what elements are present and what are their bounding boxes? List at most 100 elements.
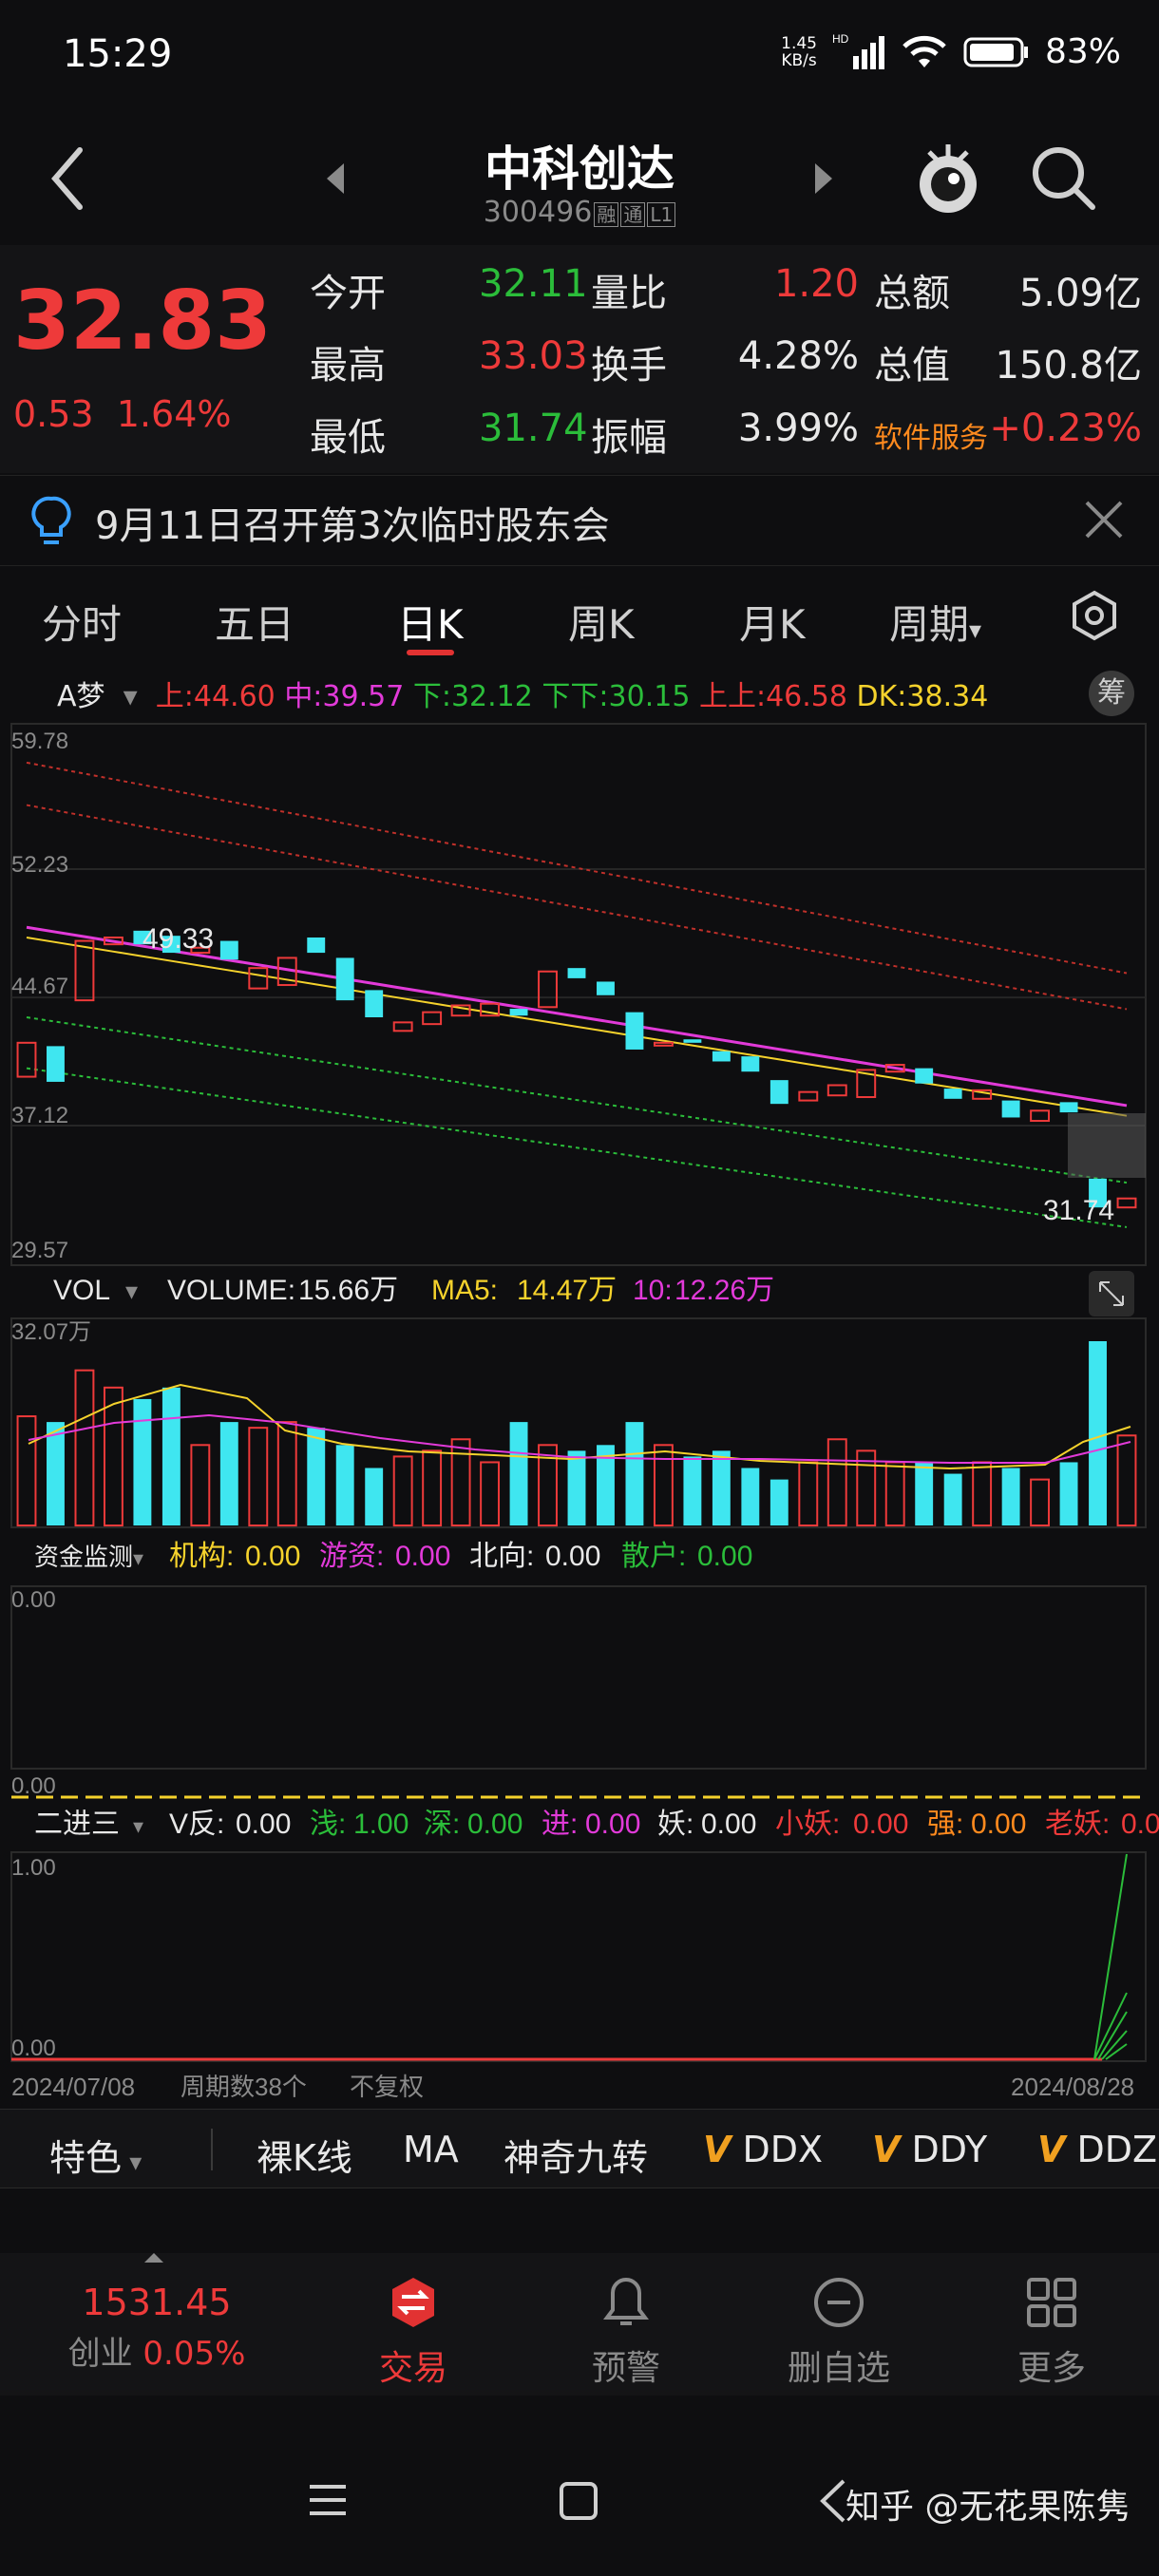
dropdown-icon[interactable]: ▾: [125, 1278, 138, 1306]
nav-remove-watchlist[interactable]: 删自选: [768, 2274, 910, 2390]
band-lines: [26, 761, 1128, 1228]
volume-bar: [770, 1479, 788, 1525]
special-features-dropdown[interactable]: 特色 ▾: [49, 2129, 142, 2181]
tab-daily-k[interactable]: 日K: [397, 593, 464, 651]
ddy-button[interactable]: V DDY: [872, 2129, 987, 2170]
nav-trade[interactable]: 交易: [342, 2274, 484, 2390]
volume-bar: [712, 1450, 731, 1525]
volume-bar: [1001, 1468, 1020, 1525]
open-label: 今开: [310, 272, 386, 315]
period-tabs: 分时 五日 日K 周K 月K 周期▾: [0, 568, 1159, 663]
y-axis-label: 52.23: [11, 852, 68, 878]
nav-alert[interactable]: 预警: [555, 2274, 697, 2390]
magic-nine-button[interactable]: 神奇九转: [504, 2129, 648, 2181]
volume-bar: [625, 1422, 644, 1525]
level-tag: L1: [647, 202, 676, 227]
tab-period[interactable]: 周期▾: [889, 593, 981, 651]
volume-label: VOLUME:: [167, 1275, 295, 1306]
ma10-label: 10:: [633, 1275, 673, 1306]
nav-more[interactable]: 更多: [980, 2274, 1123, 2390]
northbound-value: 0.00: [545, 1541, 600, 1572]
volume-bar: [884, 1461, 905, 1527]
tab-weekly-k[interactable]: 周K: [568, 593, 635, 651]
close-icon[interactable]: [1081, 497, 1127, 542]
system-navigation: 知乎 @无花果陈隽: [0, 2432, 1159, 2576]
trade-icon: [392, 2278, 434, 2327]
candle: [625, 1012, 644, 1050]
ddz-button[interactable]: V DDZ: [1037, 2129, 1157, 2170]
divider: [211, 2129, 213, 2170]
expand-up-icon[interactable]: [142, 2249, 165, 2264]
stock-code-line: 300496 融通 L1: [390, 196, 770, 229]
dropdown-icon[interactable]: ▾: [133, 1815, 143, 1839]
volume-bar: [943, 1473, 962, 1525]
candle: [365, 990, 384, 1018]
volume-bar: [567, 1450, 586, 1525]
chart-area[interactable]: 49.33 31.74 59.78 52.23 44.67 37.12 29.5…: [0, 720, 1159, 2107]
bottom-nav: 1531.45 创业 0.05% 交易 预警 删自选 更多: [0, 2253, 1159, 2396]
index-ticker[interactable]: 1531.45 创业 0.05%: [48, 2282, 266, 2374]
dropdown-icon[interactable]: ▾: [133, 1547, 143, 1571]
old-demon-value: 0.0: [1121, 1809, 1159, 1840]
signal-indicator-name[interactable]: 二进三: [34, 1809, 120, 1840]
home-icon[interactable]: [557, 2479, 600, 2523]
stock-name: 中科创达: [484, 142, 674, 197]
candle: [307, 937, 326, 954]
search-icon[interactable]: [1026, 135, 1102, 220]
northbound-label: 北向:: [469, 1541, 534, 1572]
turnover-value: 4.28%: [737, 334, 859, 378]
mascot-icon[interactable]: [912, 131, 984, 222]
index-name: 创业: [67, 2335, 133, 2373]
tab-intraday[interactable]: 分时: [42, 593, 122, 651]
connect-tag: 通: [620, 202, 646, 227]
volume-bar: [190, 1444, 211, 1526]
volume-bar: [335, 1445, 354, 1525]
status-indicators: 1.45 KB/s HD 83%: [781, 32, 1121, 71]
status-time: 15:29: [63, 32, 173, 76]
enter-value: 0.00: [585, 1809, 640, 1840]
kline-indicator-name[interactable]: A梦: [57, 680, 105, 713]
demon-label: 妖:: [657, 1809, 694, 1840]
settings-hexagon-icon[interactable]: [1066, 587, 1123, 644]
ma5-label: MA5:: [431, 1275, 498, 1306]
announcement-bar[interactable]: 9月11日召开第3次临时股东会: [0, 475, 1159, 566]
capital-indicator-name[interactable]: 资金监测: [34, 1543, 133, 1571]
ma-button[interactable]: MA: [403, 2129, 459, 2170]
volume-bar: [392, 1455, 413, 1527]
volume-bar: [1059, 1462, 1078, 1525]
ddx-button[interactable]: V DDX: [703, 2129, 823, 2170]
feature-bar: 特色 ▾ 裸K线 MA 神奇九转 V DDX V DDY V DDZ: [0, 2109, 1159, 2188]
small-demon-label: 小妖:: [775, 1809, 840, 1840]
battery-level: 83%: [1044, 32, 1121, 71]
net-speed: 1.45 KB/s: [781, 33, 817, 70]
menu-icon[interactable]: [304, 2479, 352, 2521]
signal-icon: HD: [832, 33, 884, 69]
sector-label[interactable]: 软件服务: [874, 414, 988, 456]
candle: [798, 1090, 819, 1102]
naked-k-button[interactable]: 裸K线: [256, 2129, 352, 2181]
band-line: [26, 804, 1128, 1011]
high-annotation: 49.33: [142, 923, 214, 955]
grid-icon: [1027, 2278, 1076, 2327]
lightbulb-icon: [31, 496, 71, 544]
next-stock-icon[interactable]: [809, 152, 838, 205]
v-reversal-label: V反:: [169, 1809, 224, 1840]
candle: [683, 1039, 702, 1043]
volume-bar: [653, 1444, 674, 1526]
volume-indicator-name[interactable]: VOL: [53, 1275, 110, 1306]
kline-indicator-line: A梦 ▾ 上:44.60 中:39.57 下:32.12 下下:30.15 上上…: [57, 680, 989, 713]
dropdown-icon[interactable]: ▾: [114, 680, 146, 713]
back-arrow-icon[interactable]: [42, 141, 99, 217]
turnover-label: 换手: [591, 344, 667, 388]
volume-bar: [74, 1369, 95, 1527]
end-date: 2024/08/28: [1011, 2073, 1134, 2101]
hot-money-value: 0.00: [395, 1541, 450, 1572]
tab-five-day[interactable]: 五日: [215, 593, 294, 651]
chip-distribution-button[interactable]: 筹: [1089, 671, 1134, 716]
last-price: 32.83: [13, 274, 273, 369]
adjust-mode[interactable]: 不复权: [350, 2073, 424, 2101]
candle: [16, 1041, 37, 1078]
bell-icon: [603, 2277, 649, 2325]
tab-monthly-k[interactable]: 月K: [739, 593, 806, 651]
previous-stock-icon[interactable]: [321, 152, 350, 205]
